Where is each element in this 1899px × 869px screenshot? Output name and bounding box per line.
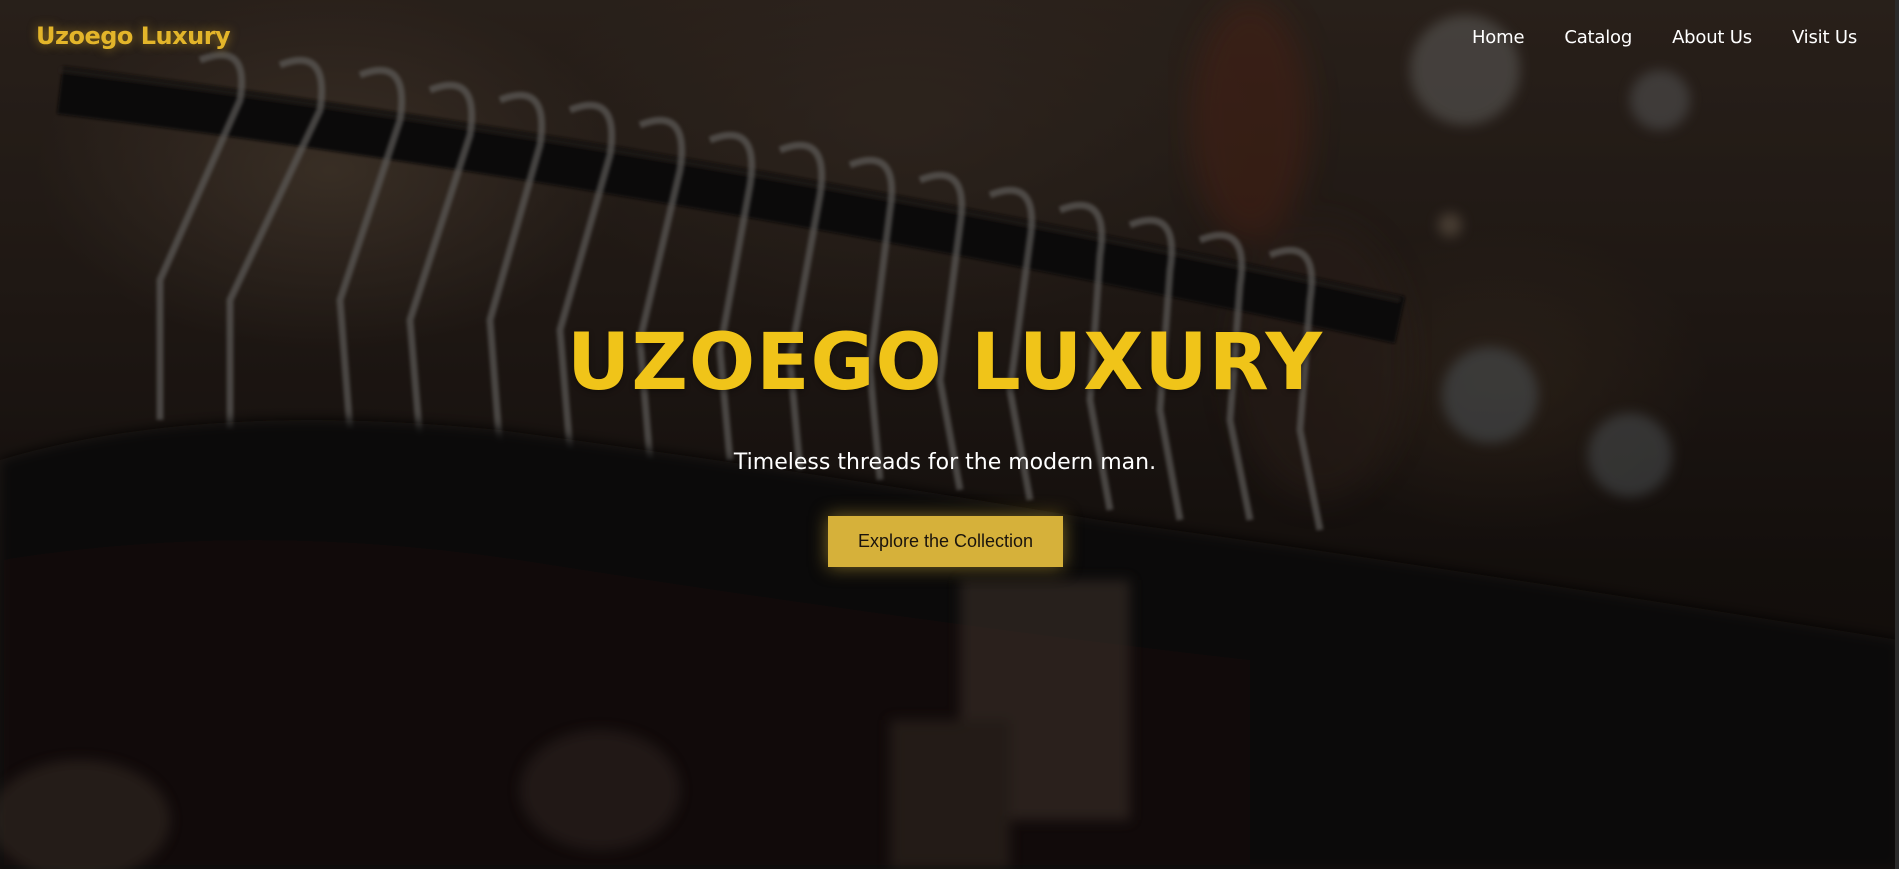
page-scrollbar[interactable] — [1895, 0, 1899, 869]
explore-collection-button[interactable]: Explore the Collection — [828, 516, 1063, 567]
landing-page: Uzoego Luxury Home Catalog About Us Visi… — [0, 0, 1899, 869]
hero-subtitle: Timeless threads for the modern man. — [733, 450, 1157, 475]
hero-section: UZOEGO LUXURY Timeless threads for the m… — [0, 0, 1890, 869]
hero-title: UZOEGO LUXURY — [567, 318, 1323, 408]
